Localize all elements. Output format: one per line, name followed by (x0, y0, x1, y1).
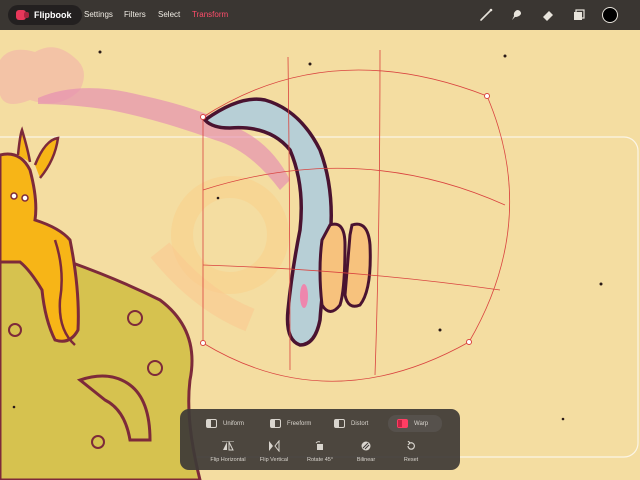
drawing-canvas[interactable] (0, 0, 640, 480)
distort-icon (334, 419, 345, 428)
action-label: Reset (403, 457, 419, 463)
freeform-icon (270, 419, 281, 428)
warp-handle[interactable] (200, 340, 206, 346)
toast-shape (318, 222, 347, 313)
brush-icon[interactable] (478, 7, 494, 23)
warp-handle[interactable] (200, 114, 206, 120)
gallery-button[interactable]: Flipbook (8, 5, 82, 25)
mode-label: Warp (414, 420, 429, 427)
mode-warp[interactable]: Warp (388, 415, 442, 432)
mode-label: Distort (351, 420, 369, 427)
warp-handle[interactable] (484, 93, 490, 99)
mode-label: Uniform (223, 420, 245, 427)
uniform-icon (206, 419, 217, 428)
reset-button[interactable]: Reset (381, 440, 441, 463)
layers-icon[interactable] (571, 7, 587, 23)
smudge-icon[interactable] (508, 7, 524, 23)
app-name: Flipbook (34, 10, 72, 20)
menu-settings[interactable]: Settings (84, 0, 113, 30)
top-toolbar: Flipbook Settings Filters Select Transfo… (0, 0, 640, 30)
eraser-icon[interactable] (540, 7, 556, 23)
reset-icon (381, 440, 441, 452)
menu-filters[interactable]: Filters (124, 0, 146, 30)
mode-label: Freeform (287, 420, 312, 427)
flipbook-logo-icon (16, 10, 29, 20)
transform-panel: Uniform Freeform Distort Warp Flip Horiz… (180, 409, 460, 470)
menu-select[interactable]: Select (158, 0, 180, 30)
mode-distort[interactable]: Distort (334, 415, 368, 432)
warp-handle[interactable] (466, 339, 472, 345)
mode-uniform[interactable]: Uniform (206, 415, 244, 432)
color-swatch[interactable] (602, 7, 618, 23)
warp-icon (397, 419, 408, 428)
mode-freeform[interactable]: Freeform (270, 415, 311, 432)
menu-transform[interactable]: Transform (192, 0, 228, 30)
